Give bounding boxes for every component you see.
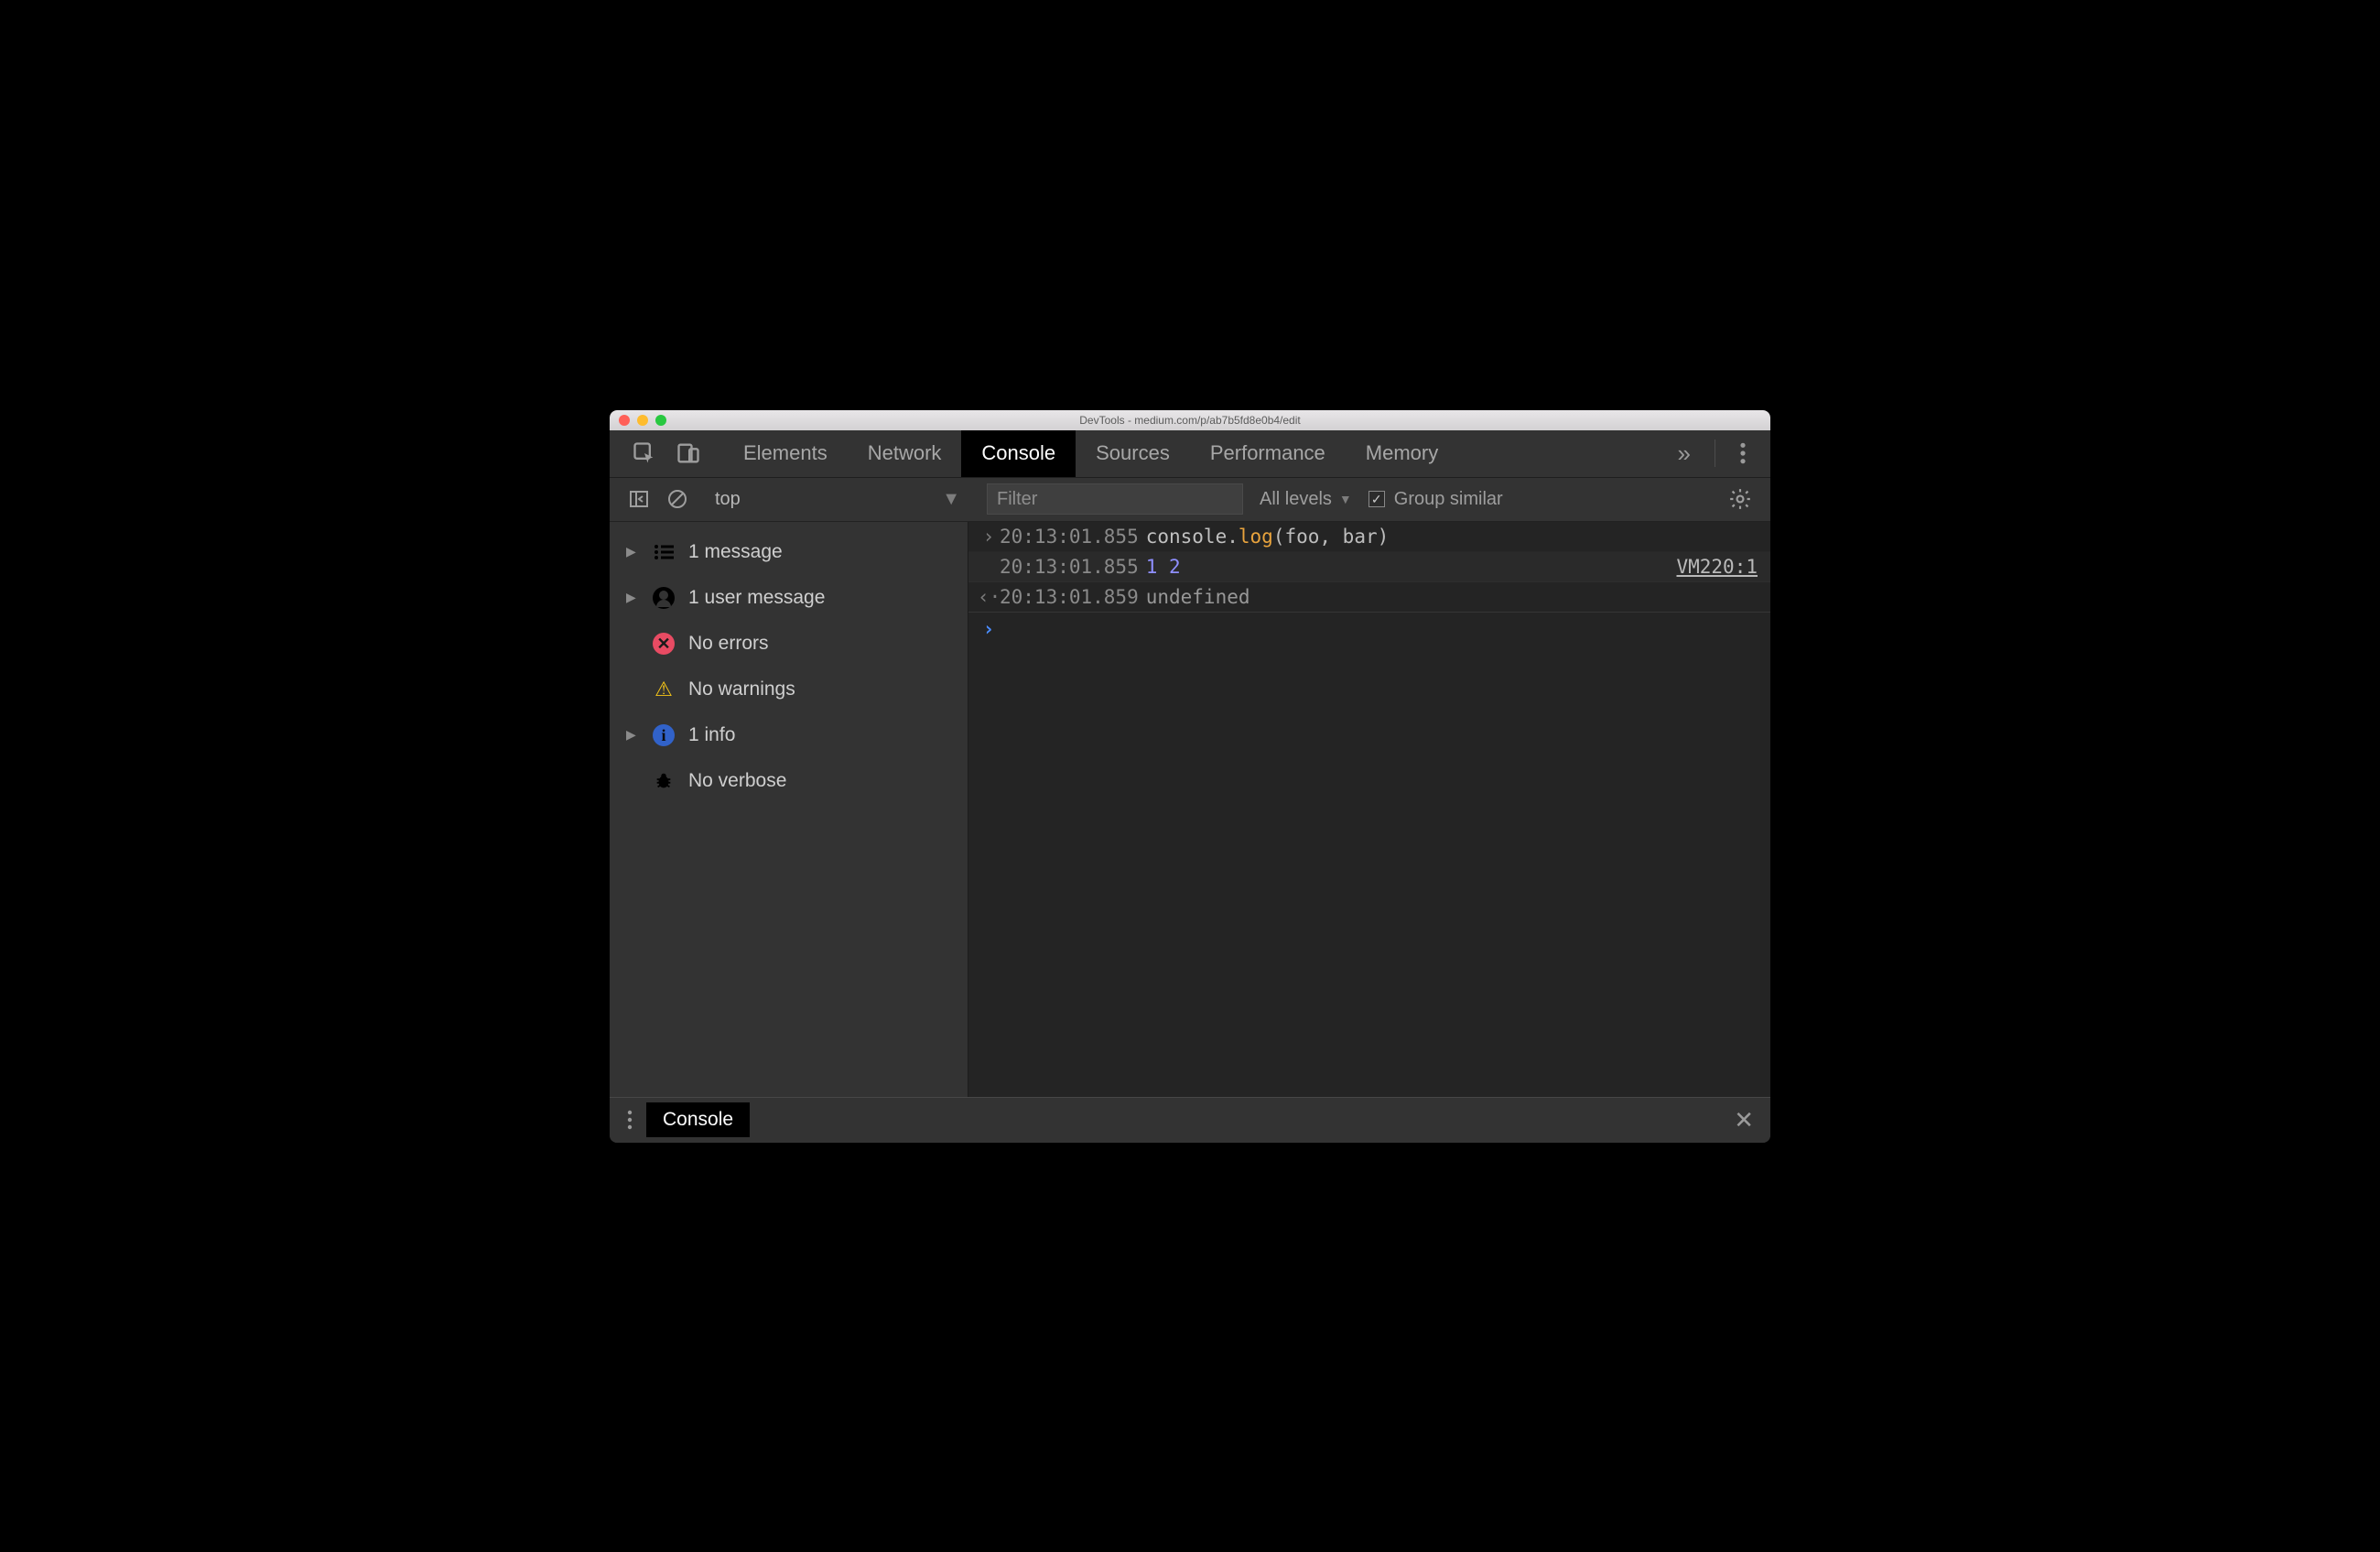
sidebar-item-warnings[interactable]: ⚠ No warnings [610,667,968,712]
log-values: 1 2 [1146,556,1181,578]
code: console.log(foo, bar) [1146,526,1390,548]
sidebar-item-verbose[interactable]: No verbose [610,758,968,804]
chevron-down-icon: ▼ [942,489,960,510]
sidebar-item-label: 1 user message [688,587,825,609]
drawer-menu-icon[interactable] [626,1109,633,1131]
console-log-output: 20:13:01.855 1 2 VM220:1 [968,552,1770,582]
devtools-window: DevTools - medium.com/p/ab7b5fd8e0b4/edi… [610,410,1770,1143]
source-link[interactable]: VM220:1 [1658,556,1758,578]
toggle-sidebar-icon[interactable] [628,488,650,510]
user-icon [652,586,676,610]
console-toolbar: top ▼ All levels ▼ ✓ Group similar [610,478,1770,522]
devtools-menu-icon[interactable] [1739,441,1747,465]
tab-sources[interactable]: Sources [1076,430,1190,477]
zoom-window-button[interactable] [655,415,666,426]
sidebar-item-label: No warnings [688,678,795,700]
minimize-window-button[interactable] [637,415,648,426]
main-area: ▶ 1 message ▶ 1 user message ✕ No errors… [610,522,1770,1097]
drawer: Console ✕ [610,1097,1770,1143]
return-text: undefined [1146,586,1250,608]
tabset: Elements Network Console Sources Perform… [723,430,1458,477]
console-settings-icon[interactable] [1728,487,1752,511]
group-similar-toggle[interactable]: ✓ Group similar [1368,489,1503,510]
context-label: top [715,489,741,510]
console-output[interactable]: › 20:13:01.855 console.log(foo, bar) 20:… [968,522,1770,1097]
sidebar-item-messages[interactable]: ▶ 1 message [610,529,968,575]
close-window-button[interactable] [619,415,630,426]
tab-elements[interactable]: Elements [723,430,848,477]
drawer-tab-console[interactable]: Console [646,1102,750,1137]
checkbox-icon: ✓ [1368,491,1385,507]
window-controls [619,415,666,426]
chevron-down-icon: ▼ [1339,492,1352,506]
sidebar-item-label: No verbose [688,770,786,792]
return-chevron-icon: ‹· [978,586,1000,608]
sidebar-item-user-messages[interactable]: ▶ 1 user message [610,575,968,621]
expand-arrow-icon: ▶ [626,544,639,559]
timestamp: 20:13:01.855 [1000,526,1139,548]
titlebar: DevTools - medium.com/p/ab7b5fd8e0b4/edi… [610,410,1770,430]
console-return-value: ‹· 20:13:01.859 undefined [968,582,1770,613]
tab-console[interactable]: Console [961,430,1076,477]
filter-input[interactable] [987,483,1243,515]
inspect-element-icon[interactable] [632,440,657,466]
more-tabs-icon[interactable]: » [1678,440,1691,468]
log-levels-selector[interactable]: All levels ▼ [1260,489,1352,510]
tab-network[interactable]: Network [848,430,962,477]
context-selector[interactable]: top ▼ [705,484,970,514]
sidebar-item-errors[interactable]: ✕ No errors [610,621,968,667]
console-prompt[interactable]: › [968,613,1770,646]
console-sidebar: ▶ 1 message ▶ 1 user message ✕ No errors… [610,522,968,1097]
expand-arrow-icon: ▶ [626,727,639,743]
input-chevron-icon: › [978,526,1000,548]
error-icon: ✕ [652,632,676,656]
sidebar-item-label: 1 info [688,724,735,746]
expand-arrow-icon: ▶ [626,590,639,605]
panel-tabs: Elements Network Console Sources Perform… [610,430,1770,478]
group-similar-label: Group similar [1394,489,1503,510]
bug-icon [652,769,676,793]
window-title: DevTools - medium.com/p/ab7b5fd8e0b4/edi… [1079,414,1300,427]
sidebar-item-label: 1 message [688,541,783,563]
list-icon [652,540,676,564]
console-input-echo: › 20:13:01.855 console.log(foo, bar) [968,522,1770,552]
info-icon: i [652,723,676,747]
timestamp: 20:13:01.859 [1000,586,1139,608]
tab-performance[interactable]: Performance [1190,430,1346,477]
tab-memory[interactable]: Memory [1346,430,1458,477]
sidebar-item-info[interactable]: ▶ i 1 info [610,712,968,758]
close-drawer-icon[interactable]: ✕ [1734,1106,1754,1134]
device-toolbar-icon[interactable] [676,440,701,466]
timestamp: 20:13:01.855 [1000,556,1139,578]
sidebar-item-label: No errors [688,633,769,655]
warning-icon: ⚠ [652,678,676,701]
clear-console-icon[interactable] [666,488,688,510]
prompt-chevron-icon: › [978,618,1000,640]
log-levels-label: All levels [1260,489,1332,510]
